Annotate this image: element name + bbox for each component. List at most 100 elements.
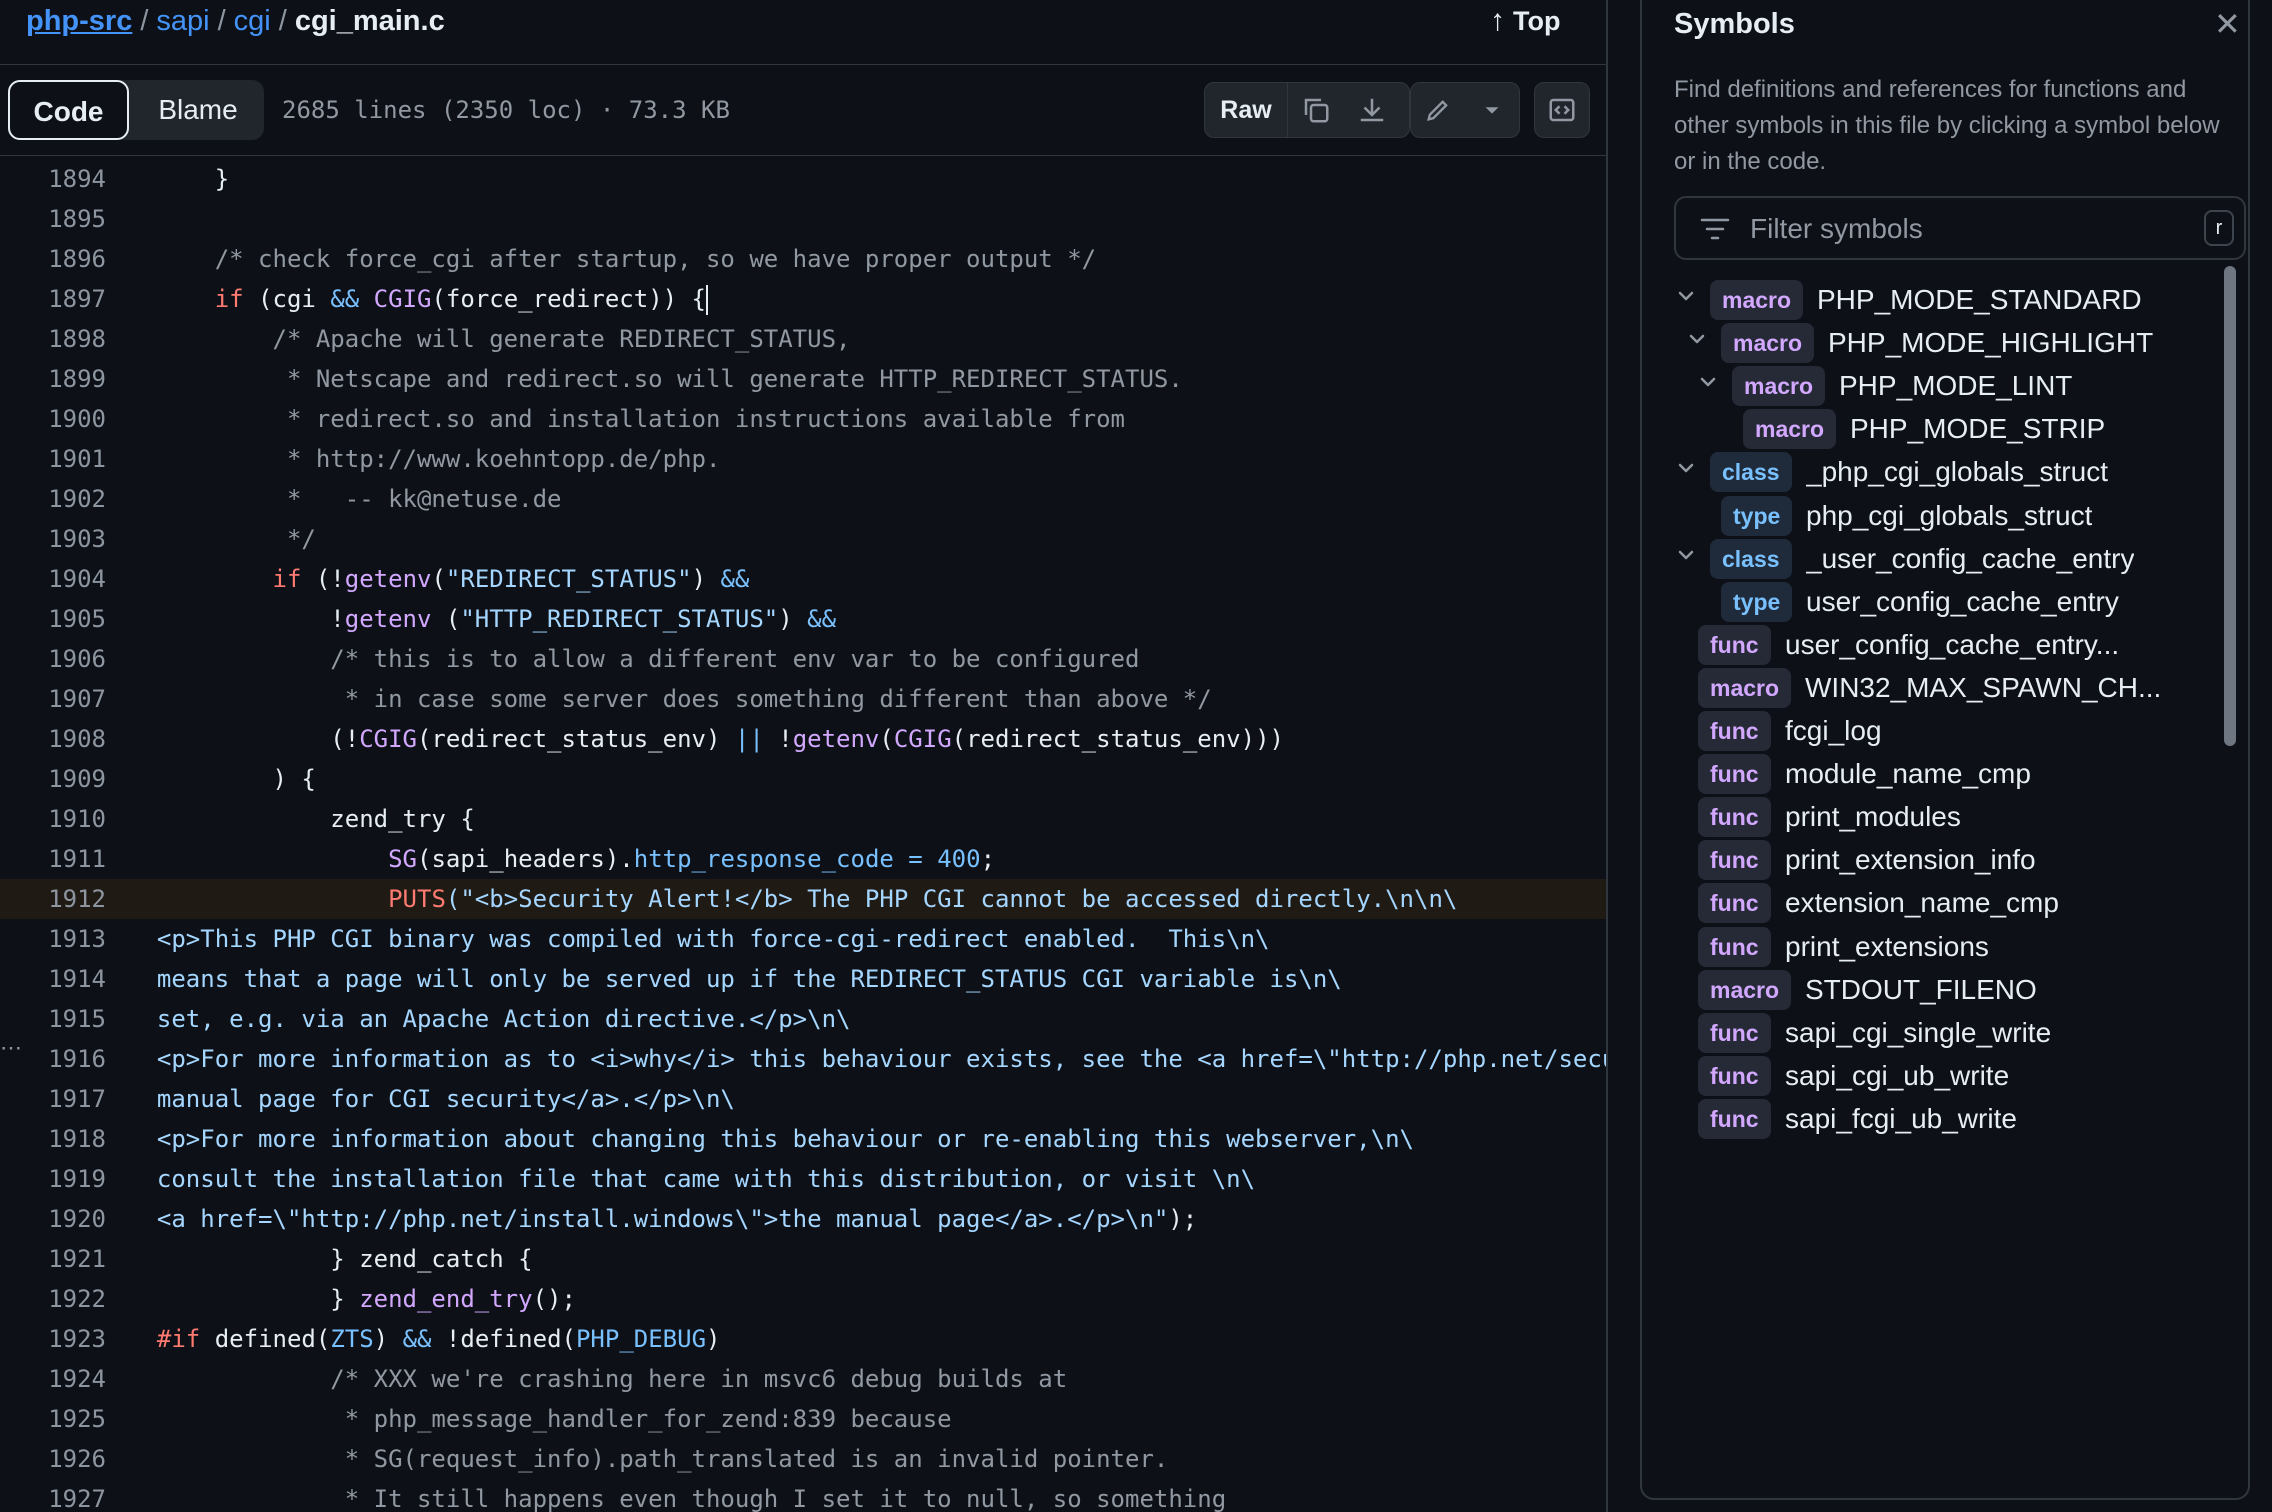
download-raw-button[interactable]: [1345, 83, 1399, 137]
code-token: 400: [937, 845, 981, 873]
line-number[interactable]: 1910: [0, 799, 106, 839]
code-line[interactable]: 1899 * Netscape and redirect.so will gen…: [0, 359, 1606, 399]
chevron-down-icon[interactable]: [1674, 284, 1698, 308]
line-number[interactable]: 1917: [0, 1079, 106, 1119]
code-token: consult the installation file that came …: [128, 1165, 1256, 1193]
code-tab[interactable]: Code: [8, 80, 129, 140]
code-line[interactable]: 1902 * -- kk@netuse.de: [0, 479, 1606, 519]
code-line[interactable]: 1924 /* XXX we're crashing here in msvc6…: [0, 1359, 1606, 1399]
line-number[interactable]: 1907: [0, 679, 106, 719]
code-line[interactable]: 1918 <p>For more information about chang…: [0, 1119, 1606, 1159]
line-number[interactable]: 1927: [0, 1479, 106, 1512]
chevron-down-icon[interactable]: [1696, 370, 1720, 394]
line-number[interactable]: 1920: [0, 1199, 106, 1239]
code-line[interactable]: 1913 <p>This PHP CGI binary was compiled…: [0, 919, 1606, 959]
code-token: (: [879, 725, 894, 753]
code-line[interactable]: 1909 ) {: [0, 759, 1606, 799]
line-number[interactable]: 1911: [0, 839, 106, 879]
code-line[interactable]: 1906 /* this is to allow a different env…: [0, 639, 1606, 679]
copy-raw-button[interactable]: [1289, 83, 1343, 137]
code-line[interactable]: 1907 * in case some server does somethin…: [0, 679, 1606, 719]
code-line[interactable]: 1923 #if defined(ZTS) && !defined(PHP_DE…: [0, 1319, 1606, 1359]
breadcrumb-repo-link[interactable]: php-src: [26, 5, 132, 37]
code-line[interactable]: 1894 }: [0, 159, 1606, 199]
line-number[interactable]: 1895: [0, 199, 106, 239]
edit-options-dropdown[interactable]: [1465, 83, 1519, 137]
line-number[interactable]: 1904: [0, 559, 106, 599]
code-line[interactable]: 1917 manual page for CGI security</a>.</…: [0, 1079, 1606, 1119]
line-number[interactable]: 1922: [0, 1279, 106, 1319]
line-number[interactable]: 1900: [0, 399, 106, 439]
line-number[interactable]: 1902: [0, 479, 106, 519]
code-line[interactable]: 1896 /* check force_cgi after startup, s…: [0, 239, 1606, 279]
line-number[interactable]: 1909: [0, 759, 106, 799]
code-line[interactable]: 1922 } zend_end_try();: [0, 1279, 1606, 1319]
code-line[interactable]: 1920 <a href=\"http://php.net/install.wi…: [0, 1199, 1606, 1239]
line-number[interactable]: 1898: [0, 319, 106, 359]
code-line[interactable]: 1927 * It still happens even though I se…: [0, 1479, 1606, 1512]
filter-icon: [1700, 218, 1730, 240]
code-line[interactable]: 1916 <p>For more information as to <i>wh…: [0, 1039, 1606, 1079]
breadcrumb-sapi-link[interactable]: sapi: [156, 5, 209, 37]
line-number[interactable]: 1905: [0, 599, 106, 639]
code-line[interactable]: 1895: [0, 199, 1606, 239]
code-line[interactable]: 1921 } zend_catch {: [0, 1239, 1606, 1279]
line-number[interactable]: 1912: [0, 879, 106, 919]
code-line[interactable]: 1900 * redirect.so and installation inst…: [0, 399, 1606, 439]
code-line[interactable]: 1903 */: [0, 519, 1606, 559]
line-number[interactable]: 1918: [0, 1119, 106, 1159]
symbols-panel-toggle[interactable]: [1535, 83, 1589, 137]
line-number[interactable]: 1903: [0, 519, 106, 559]
code-line[interactable]: 1908 (!CGIG(redirect_status_env) || !get…: [0, 719, 1606, 759]
symbols-scrollbar-thumb[interactable]: [2224, 266, 2236, 746]
filter-symbols-input[interactable]: [1748, 202, 2172, 256]
line-number[interactable]: 1906: [0, 639, 106, 679]
code-token: (force_redirect)) {: [431, 285, 707, 313]
code-line[interactable]: 1912 PUTS("<b>Security Alert!</b> The PH…: [0, 879, 1606, 919]
blame-tab[interactable]: Blame: [132, 80, 264, 140]
code-line[interactable]: 1915 set, e.g. via an Apache Action dire…: [0, 999, 1606, 1039]
line-number[interactable]: 1896: [0, 239, 106, 279]
symbol-item[interactable]: func sapi_fcgi_ub_write: [1674, 1089, 2214, 1145]
line-number[interactable]: 1925: [0, 1399, 106, 1439]
line-number[interactable]: 1914: [0, 959, 106, 999]
code-line[interactable]: 1901 * http://www.koehntopp.de/php.: [0, 439, 1606, 479]
code-line[interactable]: 1919 consult the installation file that …: [0, 1159, 1606, 1199]
line-number[interactable]: 1921: [0, 1239, 106, 1279]
line-number[interactable]: 1926: [0, 1439, 106, 1479]
code-token: (: [431, 565, 446, 593]
line-number[interactable]: 1894: [0, 159, 106, 199]
line-number[interactable]: 1924: [0, 1359, 106, 1399]
line-number[interactable]: 1923: [0, 1319, 106, 1359]
line-number[interactable]: 1913: [0, 919, 106, 959]
close-symbols-button[interactable]: ✕: [2214, 4, 2241, 44]
line-number[interactable]: 1901: [0, 439, 106, 479]
line-number[interactable]: 1916: [0, 1039, 106, 1079]
code-line[interactable]: 1905 !getenv ("HTTP_REDIRECT_STATUS") &&: [0, 599, 1606, 639]
line-number[interactable]: 1899: [0, 359, 106, 399]
line-number[interactable]: 1915: [0, 999, 106, 1039]
code-line[interactable]: 1910 zend_try {: [0, 799, 1606, 839]
code-line[interactable]: 1926 * SG(request_info).path_translated …: [0, 1439, 1606, 1479]
code-line[interactable]: 1898 /* Apache will generate REDIRECT_ST…: [0, 319, 1606, 359]
code-text: * redirect.so and installation instructi…: [128, 399, 1125, 439]
chevron-down-icon[interactable]: [1674, 543, 1698, 567]
line-number[interactable]: 1919: [0, 1159, 106, 1199]
code-token: if: [214, 285, 244, 313]
symbol-name[interactable]: sapi_fcgi_ub_write: [1785, 1097, 2017, 1141]
code-line[interactable]: 1914 means that a page will only be serv…: [0, 959, 1606, 999]
code-line[interactable]: 1904 if (!getenv("REDIRECT_STATUS") &&: [0, 559, 1606, 599]
back-to-top-link[interactable]: ↑ Top: [1490, 2, 1560, 40]
line-number[interactable]: 1908: [0, 719, 106, 759]
edit-file-button[interactable]: [1411, 83, 1465, 137]
chevron-down-icon[interactable]: [1685, 327, 1709, 351]
chevron-down-icon[interactable]: [1674, 456, 1698, 480]
line-number[interactable]: 1897: [0, 279, 106, 319]
breadcrumb-cgi-link[interactable]: cgi: [234, 5, 271, 37]
pane-divider[interactable]: [1606, 0, 1608, 1512]
code-line[interactable]: 1911 SG(sapi_headers).http_response_code…: [0, 839, 1606, 879]
code-line[interactable]: 1897 if (cgi && CGIG(force_redirect)) {: [0, 279, 1606, 319]
raw-button[interactable]: Raw: [1205, 83, 1288, 137]
code-line[interactable]: 1925 * php_message_handler_for_zend:839 …: [0, 1399, 1606, 1439]
